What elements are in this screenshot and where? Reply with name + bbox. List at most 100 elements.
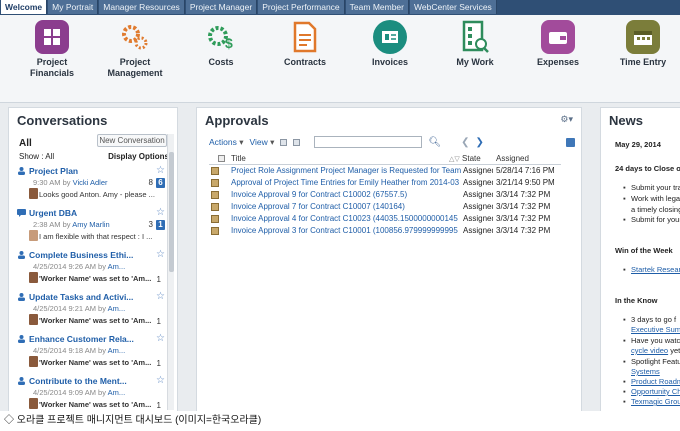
dashboard-page: Welcome My Portrait Manager Resources Pr… xyxy=(0,0,680,431)
conversation-user[interactable]: Am... xyxy=(108,346,126,355)
news-link[interactable]: Startek Researc xyxy=(623,265,680,274)
news-text: 3 days to go f xyxy=(623,315,676,324)
people-icon xyxy=(18,293,25,301)
conversation-item[interactable]: Update Tasks and Activi... ☆ 4/25/2014 9… xyxy=(17,291,167,334)
news-link[interactable]: Executive Sum xyxy=(631,325,680,334)
scroll-thumb[interactable] xyxy=(169,152,174,272)
app-project-financials[interactable]: Project Financials xyxy=(17,20,87,79)
conversation-item[interactable]: Urgent DBA ☆ 2:38 AM by Amy Marlin 3 1 I… xyxy=(17,207,167,250)
people-icon xyxy=(18,377,25,385)
view-menu[interactable]: View xyxy=(250,137,275,148)
search-icon[interactable]: 🔍︎ xyxy=(428,137,441,148)
star-icon[interactable]: ☆ xyxy=(156,249,165,260)
table-row[interactable]: Approval of Project Time Entries for Emi… xyxy=(209,177,561,189)
conversation-title[interactable]: Urgent DBA xyxy=(29,208,77,218)
task-state: Assigned xyxy=(463,226,493,235)
news-link[interactable]: Systems xyxy=(631,367,660,376)
star-icon[interactable]: ☆ xyxy=(156,165,165,176)
task-title[interactable]: Invoice Approval 4 for Contract C10023 (… xyxy=(231,213,463,225)
app-time-entry[interactable]: Time Entry xyxy=(608,20,678,68)
column-title[interactable]: Title xyxy=(231,154,463,164)
conversation-item[interactable]: Project Plan ☆ 9:30 AM by Vicki Adler 8 … xyxy=(17,165,167,208)
conversation-user[interactable]: Am... xyxy=(108,304,126,313)
news-text: Submit for your xyxy=(623,215,680,224)
select-all-header[interactable] xyxy=(209,154,231,164)
tab-welcome[interactable]: Welcome xyxy=(1,0,48,14)
tab-project-performance[interactable]: Project Performance xyxy=(258,0,345,14)
star-icon[interactable]: ☆ xyxy=(156,375,165,386)
search-input[interactable] xyxy=(314,136,423,148)
show-filter[interactable]: Show : All xyxy=(19,152,54,161)
conversation-title[interactable]: Update Tasks and Activi... xyxy=(29,292,133,302)
conversation-message: I am flexible with that respect : I ... xyxy=(39,232,153,241)
news-headline: In the Know xyxy=(615,296,658,305)
app-project-management[interactable]: Project Management xyxy=(100,20,170,79)
app-my-work[interactable]: My Work xyxy=(440,20,510,68)
conversation-user[interactable]: Am... xyxy=(108,388,126,397)
conversation-title[interactable]: Project Plan xyxy=(29,166,78,176)
task-state: Assigned xyxy=(463,178,493,187)
task-title[interactable]: Invoice Approval 9 for Contract C10002 (… xyxy=(231,189,463,201)
news-link[interactable]: Product Roadm xyxy=(623,377,680,386)
task-title[interactable]: Invoice Approval 3 for Contract C10001 (… xyxy=(231,225,463,237)
conversation-title[interactable]: Enhance Customer Rela... xyxy=(29,334,134,344)
table-row[interactable]: Invoice Approval 4 for Contract C10023 (… xyxy=(209,213,561,225)
actions-menu[interactable]: Actions xyxy=(209,137,244,148)
new-conversation-button[interactable]: New Conversation xyxy=(97,134,167,147)
tab-project-manager[interactable]: Project Manager xyxy=(185,0,258,14)
previous-icon[interactable]: ❮ xyxy=(461,137,469,148)
news-text-tail: yet? xyxy=(670,346,680,355)
task-title[interactable]: Invoice Approval 7 for Contract C10007 (… xyxy=(231,201,463,213)
conversation-time: 9:30 AM by xyxy=(33,178,71,187)
news-text: Submit your tra xyxy=(623,183,680,192)
conversation-user[interactable]: Am... xyxy=(108,262,126,271)
task-state: Assigned xyxy=(463,166,493,175)
app-costs[interactable]: $ Costs xyxy=(186,20,256,68)
task-title[interactable]: Approval of Project Time Entries for Emi… xyxy=(231,177,463,189)
app-invoices[interactable]: Invoices xyxy=(355,20,425,68)
conversation-message: 'Worker Name' was set to 'Am... xyxy=(39,274,152,283)
conversation-user[interactable]: Vicki Adler xyxy=(73,178,108,187)
display-options-menu[interactable]: Display Options xyxy=(108,152,169,161)
freeze-icon[interactable] xyxy=(293,138,301,146)
table-row[interactable]: Invoice Approval 3 for Contract C10001 (… xyxy=(209,225,561,237)
task-icon xyxy=(211,215,219,223)
star-icon[interactable]: ☆ xyxy=(156,291,165,302)
sort-icon[interactable]: △▽ xyxy=(449,156,460,163)
conversations-scrollbar[interactable] xyxy=(167,134,174,410)
conversation-item[interactable]: Complete Business Ethi... ☆ 4/25/2014 9:… xyxy=(17,249,167,292)
approvals-toolbar: Actions View 🔍︎ ❮ ❯ xyxy=(209,135,575,149)
table-row[interactable]: Invoice Approval 9 for Contract C10002 (… xyxy=(209,189,561,201)
star-icon[interactable]: ☆ xyxy=(156,207,165,218)
conversation-title[interactable]: Contribute to the Ment... xyxy=(29,376,127,386)
tab-webcenter-services[interactable]: WebCenter Services xyxy=(410,0,497,14)
column-state[interactable]: △▽ State xyxy=(449,154,493,164)
table-row[interactable]: Project Role Assignment Project Manager … xyxy=(209,165,561,177)
conversation-user[interactable]: Amy Marlin xyxy=(72,220,110,229)
tab-my-portrait[interactable]: My Portrait xyxy=(48,0,99,14)
conversation-meta: 4/25/2014 9:21 AM by Am... xyxy=(33,304,125,313)
refresh-icon[interactable] xyxy=(566,137,575,147)
tab-team-member[interactable]: Team Member xyxy=(345,0,409,14)
column-assigned[interactable]: Assigned xyxy=(493,154,561,164)
app-contracts[interactable]: Contracts xyxy=(270,20,340,68)
news-link[interactable]: Texmagic Grou xyxy=(623,397,680,406)
task-title[interactable]: Project Role Assignment Project Manager … xyxy=(231,165,463,177)
filter-row: Show : All Display Options xyxy=(19,152,169,161)
task-assigned: 5/28/14 7:16 PM xyxy=(496,166,555,175)
image-caption: ◇ 오라클 프로젝트 매니지먼트 대시보드 (이미지=한국오라클) xyxy=(0,411,680,431)
news-link[interactable]: cycle video xyxy=(631,346,668,355)
tab-manager-resources[interactable]: Manager Resources xyxy=(99,0,185,14)
table-row[interactable]: Invoice Approval 7 for Contract C10007 (… xyxy=(209,201,561,213)
next-icon[interactable]: ❯ xyxy=(476,137,484,148)
news-link[interactable]: Opportunity Ch xyxy=(623,387,680,396)
app-expenses[interactable]: Expenses xyxy=(523,20,593,68)
task-assigned: 3/3/14 7:32 PM xyxy=(496,214,551,223)
conversation-title[interactable]: Complete Business Ethi... xyxy=(29,250,133,260)
app-label: Project Management xyxy=(107,57,163,78)
people-icon xyxy=(18,167,25,175)
conversation-item[interactable]: Enhance Customer Rela... ☆ 4/25/2014 9:1… xyxy=(17,333,167,376)
panel-settings-icon[interactable]: ⚙▾ xyxy=(560,114,573,125)
detach-icon[interactable] xyxy=(280,138,288,146)
star-icon[interactable]: ☆ xyxy=(156,333,165,344)
